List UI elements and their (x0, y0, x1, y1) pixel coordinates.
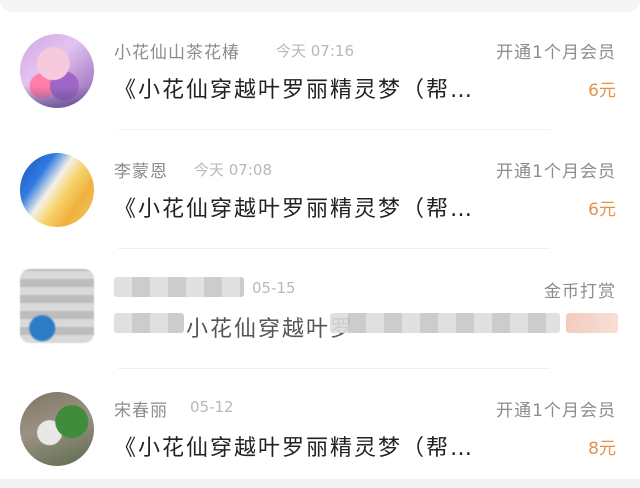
list-item[interactable]: 李蒙恩 今天 07:08 开通1个月会员 《小花仙穿越叶罗丽精灵梦（帮… 6元 (0, 131, 640, 249)
user-name[interactable]: 李蒙恩 (114, 157, 168, 182)
blurred-name (114, 277, 244, 297)
top-strip (0, 0, 640, 12)
blurred-title (114, 313, 184, 333)
price: 8元 (588, 439, 616, 459)
reward-list: 小花仙山茶花椿 今天 07:16 开通1个月会员 《小花仙穿越叶罗丽精灵梦（帮…… (0, 0, 640, 479)
user-name[interactable]: 小花仙山茶花椿 (114, 38, 240, 63)
timestamp: 05-15 (252, 279, 296, 297)
reward-type: 金币打赏 (544, 282, 616, 302)
book-title[interactable]: 《小花仙穿越叶罗丽精灵梦（帮… (114, 191, 474, 223)
blurred-title (330, 313, 560, 333)
list-item[interactable]: 小花仙山茶花椿 今天 07:16 开通1个月会员 《小花仙穿越叶罗丽精灵梦（帮…… (0, 12, 640, 130)
list-item[interactable]: 05-15 金币打赏 小花仙穿越叶罗 (0, 251, 640, 369)
list-item[interactable]: 宋春丽 05-12 开通1个月会员 《小花仙穿越叶罗丽精灵梦（帮… 8元 (0, 370, 640, 488)
timestamp: 今天 07:16 (276, 42, 354, 60)
book-title[interactable]: 《小花仙穿越叶罗丽精灵梦（帮… (114, 72, 474, 104)
avatar[interactable] (20, 153, 94, 227)
avatar[interactable] (20, 392, 94, 466)
user-name[interactable]: 宋春丽 (114, 396, 168, 421)
divider (118, 129, 550, 130)
timestamp: 今天 07:08 (194, 161, 272, 179)
avatar[interactable] (20, 269, 94, 343)
price: 6元 (588, 81, 616, 101)
divider (118, 368, 550, 369)
book-title[interactable]: 小花仙穿越叶罗 (186, 311, 354, 343)
timestamp: 05-12 (190, 398, 234, 416)
reward-type: 开通1个月会员 (496, 43, 616, 63)
price: 6元 (588, 200, 616, 220)
avatar[interactable] (20, 34, 94, 108)
blurred-price (566, 313, 618, 333)
divider (118, 248, 550, 249)
book-title[interactable]: 《小花仙穿越叶罗丽精灵梦（帮… (114, 430, 474, 462)
reward-type: 开通1个月会员 (496, 162, 616, 182)
reward-type: 开通1个月会员 (496, 401, 616, 421)
